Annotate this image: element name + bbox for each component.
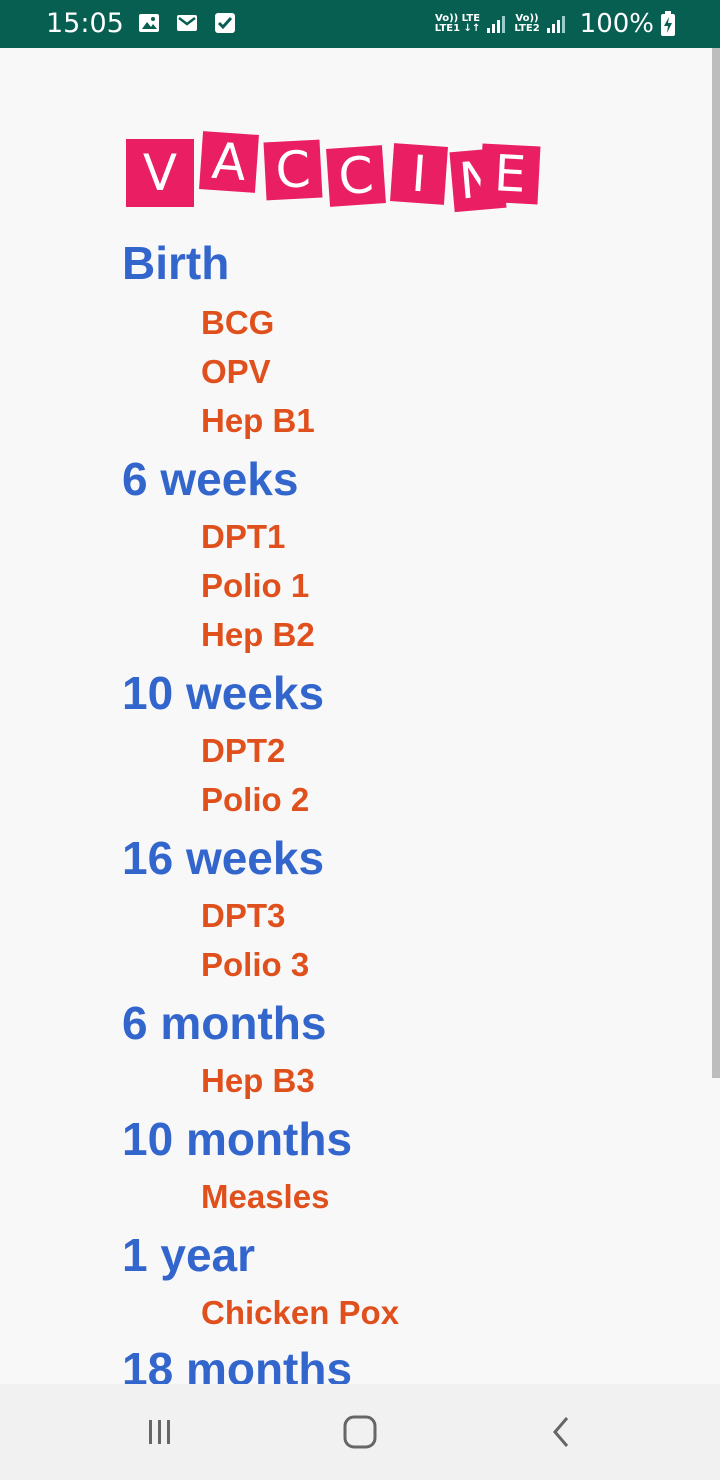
sim1-network-label: Vo)) LTE LTE1 ↓↑ [434,13,481,34]
age-heading-10-weeks: 10 weeks [122,667,325,719]
logo-letter-c2: C [326,145,386,207]
vaccine-logo: V A C C I N E [124,130,564,230]
logo-letter-c: C [263,139,323,201]
vaccine-schedule-scroll[interactable]: V A C C I N E Birth BCG OPV Hep B1 6 wee… [0,48,712,1384]
status-bar: 15:05 Vo)) LTE LTE1 ↓↑ Vo)) LTE2 100% [0,0,720,48]
vaccine-dpt2: DPT2 [201,732,286,769]
age-heading-birth: Birth [122,237,230,289]
age-heading-1-year: 1 year [122,1229,256,1281]
vaccine-measles: Measles [201,1178,330,1215]
battery-percent: 100% [579,9,654,39]
vaccine-hep-b2: Hep B2 [201,616,315,653]
logo-letter-e: E [479,143,541,205]
vaccine-polio-1: Polio 1 [201,567,310,604]
battery-charging-icon [661,11,675,36]
scrollbar[interactable] [712,48,720,1078]
mail-notification-icon [177,15,197,31]
vaccine-polio-2: Polio 2 [201,781,310,818]
vaccine-dpt1: DPT1 [201,518,286,555]
back-button[interactable] [522,1384,602,1480]
gallery-notification-icon [139,14,159,32]
age-heading-16-weeks: 16 weeks [122,832,325,884]
sim2-network-label: Vo)) LTE2 [514,13,540,34]
age-heading-6-months: 6 months [122,997,327,1049]
logo-letter-i: I [390,143,448,205]
signal-strength-1-icon [487,16,506,33]
recent-apps-icon [149,1420,170,1444]
home-icon [343,1415,377,1449]
recent-apps-button[interactable] [120,1384,200,1480]
status-right-group: Vo)) LTE LTE1 ↓↑ Vo)) LTE2 100% [435,8,676,40]
age-heading-6-weeks: 6 weeks [122,453,299,505]
back-icon [553,1417,569,1447]
logo-letter-v: V [126,139,194,207]
age-heading-10-months: 10 months [122,1113,353,1165]
vaccine-bcg: BCG [201,304,275,341]
vaccine-dpt3: DPT3 [201,897,286,934]
signal-strength-2-icon [546,16,565,33]
logo-letter-a: A [199,131,259,193]
vaccine-chicken-pox: Chicken Pox [201,1294,400,1331]
vaccine-hep-b1: Hep B1 [201,402,315,439]
home-button[interactable] [320,1384,400,1480]
navigation-bar [0,1384,720,1480]
age-heading-18-months: 18 months [122,1343,353,1384]
vaccine-hep-b3: Hep B3 [201,1062,315,1099]
vaccine-opv: OPV [201,353,271,390]
status-time: 15:05 [46,8,124,39]
checkbox-notification-icon [215,13,235,33]
vaccine-polio-3: Polio 3 [201,946,310,983]
